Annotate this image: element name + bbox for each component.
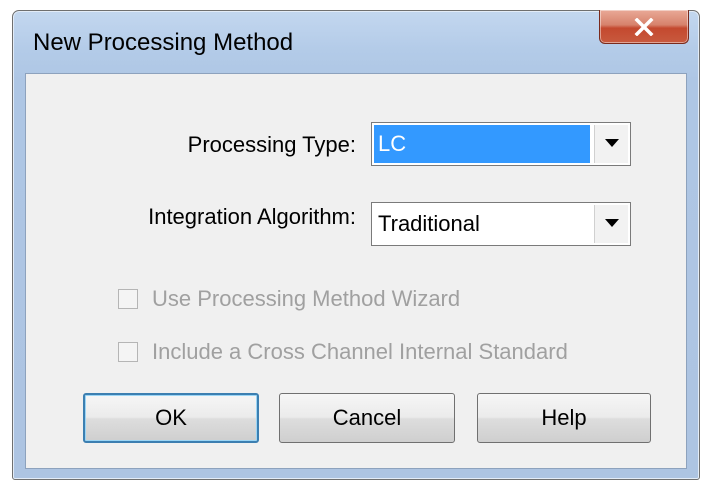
- integration-algorithm-label: Integration Algorithm:: [148, 204, 356, 229]
- chevron-down-icon: [604, 215, 619, 233]
- cross-channel-option[interactable]: Include a Cross Channel Internal Standar…: [118, 339, 568, 365]
- processing-type-value: LC: [374, 125, 590, 163]
- cancel-button[interactable]: Cancel: [279, 393, 455, 443]
- ok-button[interactable]: OK: [83, 393, 259, 443]
- close-button[interactable]: [599, 10, 689, 44]
- integration-algorithm-dropdown-arrow[interactable]: [594, 205, 628, 243]
- help-button[interactable]: Help: [477, 393, 651, 443]
- integration-algorithm-dropdown[interactable]: Traditional: [371, 202, 631, 246]
- processing-type-label: Processing Type:: [187, 132, 356, 157]
- chevron-down-icon: [604, 135, 619, 153]
- close-icon: [633, 17, 655, 36]
- processing-type-dropdown[interactable]: LC: [371, 122, 631, 166]
- use-wizard-option[interactable]: Use Processing Method Wizard: [118, 286, 460, 312]
- use-wizard-label: Use Processing Method Wizard: [152, 286, 461, 311]
- dialog-title: New Processing Method: [33, 29, 294, 56]
- processing-type-dropdown-arrow[interactable]: [594, 125, 628, 163]
- dialog-window: New Processing Method Processing Type: L…: [12, 10, 700, 480]
- title-bar[interactable]: New Processing Method: [13, 10, 699, 73]
- use-wizard-checkbox[interactable]: [118, 289, 138, 309]
- cross-channel-checkbox[interactable]: [118, 342, 138, 362]
- integration-algorithm-value: Traditional: [378, 211, 480, 236]
- cross-channel-label: Include a Cross Channel Internal Standar…: [152, 339, 568, 364]
